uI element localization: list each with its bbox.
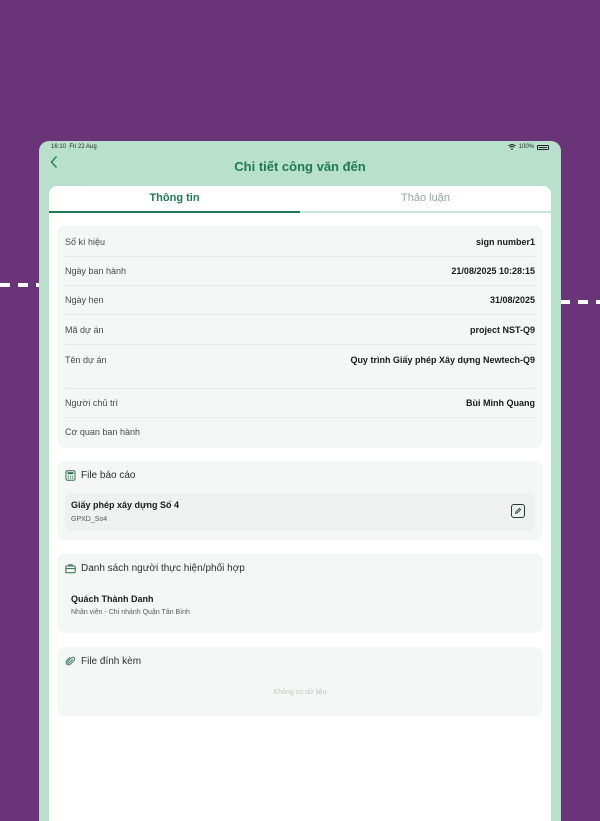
decorative-dash-left [0, 283, 40, 287]
edit-file-button[interactable] [511, 504, 525, 518]
edit-icon [515, 507, 522, 514]
info-label: Số kí hiệu [65, 237, 106, 247]
paperclip-icon [65, 656, 76, 666]
briefcase-icon [65, 564, 76, 574]
file-code: GPXD_So4 [71, 516, 108, 523]
person-role: Nhân viên - Chi nhánh Quận Tân Bình [71, 609, 190, 616]
info-row-project-code: Mã dự án project NST-Q9 [65, 314, 535, 345]
section-header: File đính kèm [65, 656, 141, 667]
info-value: 31/08/2025 [489, 295, 535, 305]
info-row-issuing-agency: Cơ quan ban hành [65, 417, 535, 447]
info-value: sign number1 [475, 237, 535, 247]
info-label: Mã dự án [65, 325, 104, 335]
info-row-project-name: Tên dự án Quy trình Giấy phép Xây dựng N… [65, 344, 535, 389]
section-header: Danh sách người thực hiện/phối hợp [65, 563, 245, 574]
tablet-screen: 16:10 Fri 22 Aug 100% Chi tiết công văn … [39, 141, 561, 821]
calculator-icon [65, 470, 76, 481]
info-label: Tên dự án [65, 355, 107, 365]
page-title: Chi tiết công văn đến [234, 159, 366, 174]
info-label: Ngày hẹn [65, 295, 104, 305]
section-title: Danh sách người thực hiện/phối hợp [81, 563, 245, 574]
section-title: File báo cáo [81, 470, 136, 481]
info-row-sign-number: Số kí hiệu sign number1 [65, 226, 535, 257]
info-card: Số kí hiệu sign number1 Ngày ban hành 21… [57, 226, 543, 448]
status-bar: 16:10 Fri 22 Aug 100% [39, 141, 561, 153]
status-right: 100% [507, 144, 549, 150]
attachments-section: File đính kèm Không có dữ liệu [57, 647, 543, 716]
battery-percent: 100% [518, 144, 534, 150]
decorative-dash-right [560, 300, 600, 304]
person-name: Quách Thành Danh [71, 594, 154, 604]
empty-state-text: Không có dữ liệu [273, 689, 327, 696]
info-label: Cơ quan ban hành [65, 427, 140, 437]
nav-bar: Chi tiết công văn đến [39, 153, 561, 186]
info-label: Ngày ban hành [65, 266, 127, 276]
info-row-due-date: Ngày hẹn 31/08/2025 [65, 285, 535, 315]
info-label: Người chủ trì [65, 398, 118, 408]
battery-icon [537, 144, 549, 150]
content-panel: Thông tin Thảo luận Số kí hiệu sign numb… [49, 186, 551, 821]
wifi-icon [507, 144, 516, 150]
section-header: File báo cáo [65, 470, 135, 481]
info-row-issue-date: Ngày ban hành 21/08/2025 10:28:15 [65, 256, 535, 286]
report-file-section: File báo cáo Giấy phép xây dựng Số 4 GPX… [57, 461, 543, 540]
tab-discussion[interactable]: Thảo luận [300, 186, 551, 213]
file-name: Giấy phép xây dựng Số 4 [71, 500, 180, 510]
section-title: File đính kèm [81, 656, 142, 667]
tab-info[interactable]: Thông tin [49, 186, 300, 213]
status-time: 16:10 Fri 22 Aug [51, 144, 97, 150]
people-section: Danh sách người thực hiện/phối hợp Quách… [57, 554, 543, 633]
info-value: Quy trình Giấy phép Xây dựng Newtech-Q9 [350, 355, 535, 365]
info-value: project NST-Q9 [469, 325, 535, 335]
info-value: 21/08/2025 10:28:15 [451, 266, 535, 276]
info-value: Bùi Minh Quang [466, 398, 535, 408]
report-file-item[interactable]: Giấy phép xây dựng Số 4 GPXD_So4 [65, 493, 535, 531]
tab-bar: Thông tin Thảo luận [49, 186, 551, 213]
info-row-host: Người chủ trì Bùi Minh Quang [65, 388, 535, 418]
